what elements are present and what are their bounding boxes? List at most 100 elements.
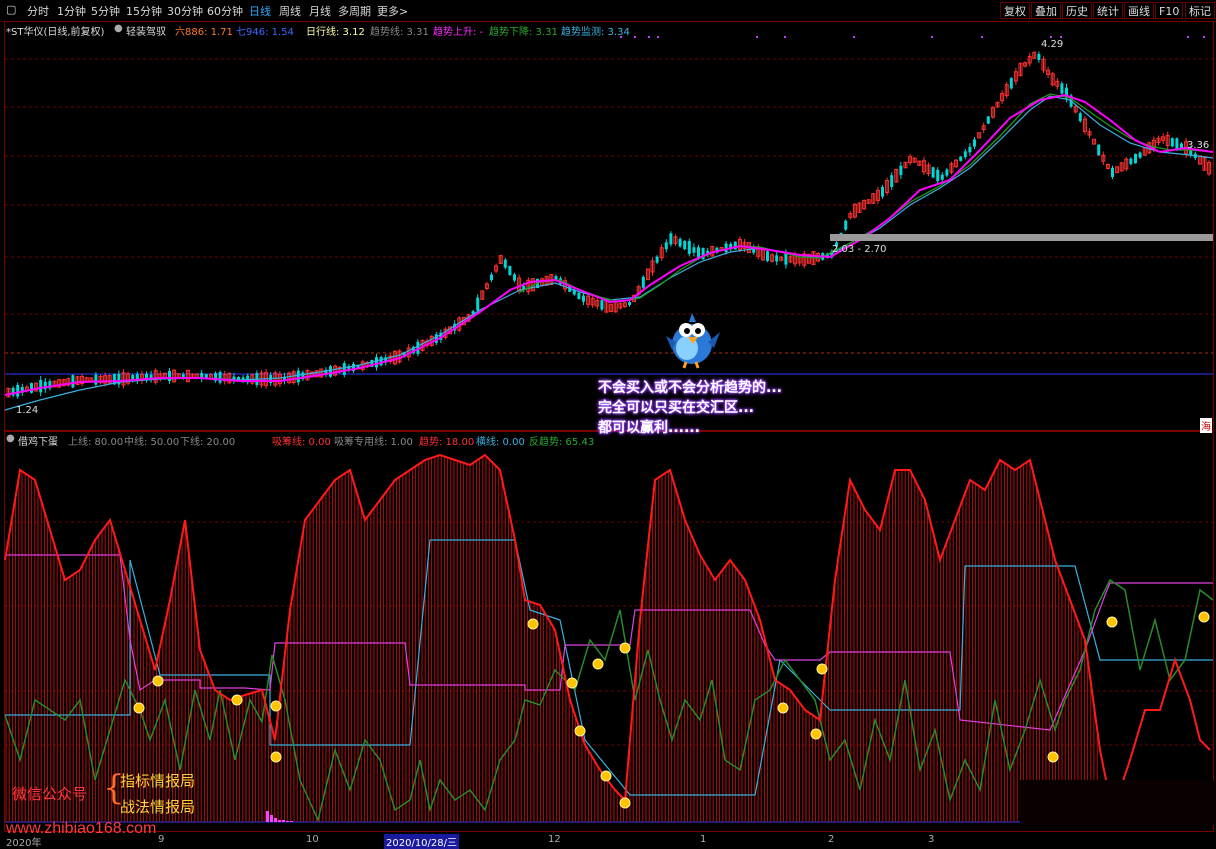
oscillator-hatch bbox=[5, 455, 1098, 822]
candle-body bbox=[973, 139, 976, 147]
signal-dot-icon bbox=[527, 618, 539, 630]
candle-body bbox=[522, 285, 526, 289]
candle-body bbox=[678, 238, 682, 247]
sub-indicator-dot-icon[interactable]: ● bbox=[6, 433, 15, 444]
candle-body bbox=[503, 259, 507, 268]
candle-body bbox=[959, 156, 963, 161]
candle-body bbox=[218, 372, 222, 383]
candle-body bbox=[1170, 138, 1174, 147]
candle-body bbox=[692, 247, 696, 253]
sub-v4: 横线: 0.00 bbox=[476, 437, 525, 448]
candle-body bbox=[724, 243, 728, 253]
x-label-3: 3 bbox=[928, 834, 935, 845]
candle-body bbox=[766, 251, 769, 262]
x-label-year: 2020年 bbox=[6, 838, 42, 849]
high-price-label: 4.29 bbox=[1041, 39, 1064, 50]
cyan-ma-line bbox=[4, 95, 1214, 411]
x-label-10: 10 bbox=[306, 834, 319, 845]
candle-body bbox=[844, 220, 848, 230]
candle-body bbox=[775, 255, 779, 262]
candle-body bbox=[683, 240, 687, 250]
callout-line1: 不会买入或不会分析趋势的... bbox=[598, 380, 782, 396]
signal-dot-icon bbox=[810, 728, 822, 740]
candle-body bbox=[784, 253, 788, 265]
candle-body bbox=[582, 295, 585, 302]
signal-dot-icon bbox=[133, 702, 145, 714]
candle-body bbox=[664, 242, 668, 250]
mid-price-label: 2.03 - 2.70 bbox=[832, 244, 887, 255]
candle-body bbox=[1111, 167, 1114, 177]
corner-label: 海 bbox=[1200, 418, 1212, 433]
candle-body bbox=[931, 167, 935, 178]
candle-body bbox=[697, 247, 700, 258]
watermark-line1: 指标情报局 bbox=[120, 772, 196, 790]
callout-line3: 都可以赢利...... bbox=[598, 420, 700, 436]
magenta-histogram bbox=[266, 811, 293, 822]
x-label-1: 1 bbox=[700, 834, 707, 845]
signal-dot-icon bbox=[1047, 751, 1059, 763]
signal-dot-icon bbox=[600, 770, 612, 782]
signal-dot-icon bbox=[574, 725, 586, 737]
candle-body bbox=[687, 241, 691, 254]
candle-body bbox=[508, 266, 512, 276]
candle-body bbox=[940, 174, 944, 180]
callout-text: 不会买入或不会分析趋势的... 完全可以只买在交汇区... 都可以赢利.....… bbox=[598, 378, 782, 438]
sub-v3: 趋势: 18.00 bbox=[419, 437, 475, 448]
signal-dot-icon bbox=[619, 642, 631, 654]
candle-body bbox=[945, 169, 949, 176]
candle-body bbox=[1060, 83, 1064, 94]
signal-dot-icon bbox=[566, 677, 578, 689]
candle-body bbox=[329, 366, 332, 377]
sub-v2: 吸筹专用线: 1.00 bbox=[334, 437, 413, 448]
candle-body bbox=[881, 187, 884, 197]
candle-body bbox=[1009, 78, 1013, 89]
candle-body bbox=[669, 233, 673, 245]
candle-body bbox=[968, 146, 972, 153]
signal-dot-icon bbox=[152, 675, 164, 687]
x-label-2: 2 bbox=[828, 834, 835, 845]
candle-body bbox=[577, 292, 581, 300]
green-ma-line bbox=[519, 93, 1214, 303]
candle-body bbox=[342, 363, 346, 375]
candle-body bbox=[628, 301, 631, 306]
candle-body bbox=[1097, 144, 1101, 156]
right-price-label: 3.36 bbox=[1187, 140, 1210, 151]
watermark-label: 微信公众号 bbox=[12, 785, 88, 803]
candle-body bbox=[379, 356, 383, 366]
signal-dot-icon bbox=[592, 658, 604, 670]
candle-body bbox=[1129, 158, 1133, 165]
sub-upper: 上线: 80.00 bbox=[68, 437, 124, 448]
signal-dot-icon bbox=[816, 663, 828, 675]
cyan-step-line bbox=[5, 539, 1213, 796]
candle-body bbox=[375, 357, 378, 368]
candle-body bbox=[1078, 113, 1082, 122]
magenta-ma-line bbox=[4, 93, 1214, 396]
signal-dot-icon bbox=[1106, 616, 1118, 628]
candle-body bbox=[476, 297, 480, 311]
candle-body bbox=[71, 375, 75, 388]
red-osc-line bbox=[4, 453, 1211, 803]
candle-body bbox=[641, 276, 645, 288]
sub-grid bbox=[5, 521, 1213, 746]
candle-body bbox=[1037, 54, 1041, 60]
candle-body bbox=[936, 169, 940, 182]
signal-dot-icon bbox=[1198, 611, 1210, 623]
candle-body bbox=[986, 116, 990, 124]
bottom-mask bbox=[1020, 780, 1216, 825]
candle-body bbox=[655, 256, 659, 263]
callout-line2: 完全可以只买在交汇区... bbox=[598, 400, 754, 416]
candle-body bbox=[1134, 154, 1137, 164]
low-price-label: 1.24 bbox=[16, 405, 39, 416]
magenta-step-line bbox=[5, 554, 1213, 731]
candle-body bbox=[39, 379, 43, 393]
bird-mascot-icon bbox=[666, 313, 720, 369]
candle-body bbox=[168, 370, 171, 382]
sub-lower: 下线: 20.00 bbox=[180, 437, 236, 448]
sub-v1: 吸筹线: 0.00 bbox=[272, 437, 331, 448]
candle-body bbox=[513, 274, 516, 281]
x-label-9: 9 bbox=[158, 834, 165, 845]
sub-v5: 反趋势: 65.43 bbox=[529, 437, 595, 448]
watermark-line2: 战法情报局 bbox=[120, 798, 196, 816]
signal-dot-icon bbox=[270, 751, 282, 763]
sub-indicator-name[interactable]: 借鸡下蛋 bbox=[18, 433, 58, 448]
